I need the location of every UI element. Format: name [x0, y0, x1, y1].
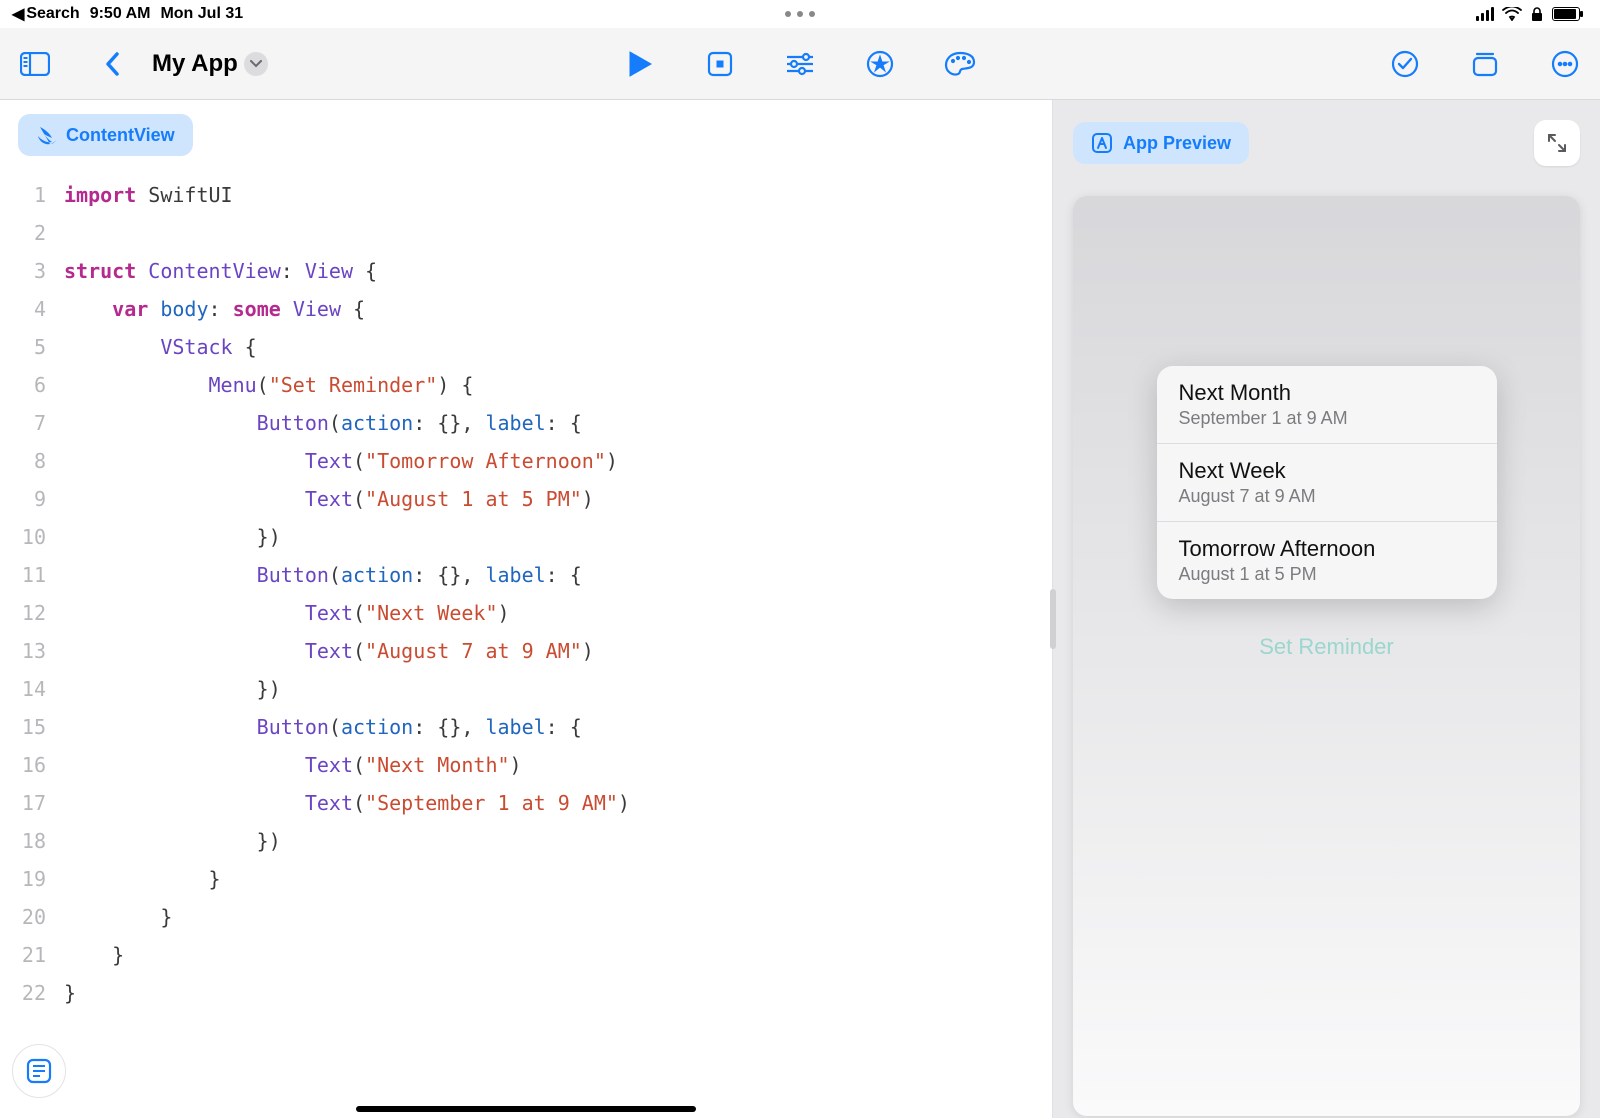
menu-item-title: Next Week: [1179, 458, 1475, 484]
menu-item-subtitle: August 1 at 5 PM: [1179, 564, 1475, 585]
more-menu-button[interactable]: [1548, 47, 1582, 81]
ellipsis-circle-icon: [1551, 50, 1579, 78]
multitask-dot-icon: [809, 11, 815, 17]
menu-item-subtitle: September 1 at 9 AM: [1179, 408, 1475, 429]
project-title: My App: [152, 50, 238, 78]
file-chip-label: ContentView: [66, 125, 175, 146]
play-icon: [627, 50, 653, 78]
chevron-down-icon: [244, 52, 268, 76]
status-check-button[interactable]: [1388, 47, 1422, 81]
app-toolbar: My App: [0, 28, 1600, 100]
app-preview-badge[interactable]: App Preview: [1073, 122, 1249, 164]
code-editor-pane: ContentView 1234567891011121314151617181…: [0, 100, 1052, 1118]
orientation-lock-icon: [1530, 6, 1544, 22]
menu-item[interactable]: Next WeekAugust 7 at 9 AM: [1157, 444, 1497, 522]
wifi-icon: [1502, 7, 1522, 21]
multitask-dots[interactable]: [785, 11, 815, 17]
project-title-dropdown[interactable]: My App: [152, 50, 268, 78]
chevron-left-icon: [103, 50, 123, 78]
preview-pane: App Preview Next MonthSeptember 1 at 9 A…: [1052, 100, 1600, 1118]
pane-resize-handle[interactable]: [1050, 589, 1056, 649]
status-time: 9:50 AM: [90, 5, 151, 23]
menu-item[interactable]: Tomorrow AfternoonAugust 1 at 5 PM: [1157, 522, 1497, 599]
menu-item-title: Tomorrow Afternoon: [1179, 536, 1475, 562]
cellular-signal-icon: [1476, 7, 1494, 21]
toggle-sidebar-button[interactable]: [18, 47, 52, 81]
stacked-window-icon: [1471, 51, 1499, 77]
run-button[interactable]: [623, 47, 657, 81]
code-editor[interactable]: 12345678910111213141516171819202122 impo…: [0, 176, 1052, 1118]
battery-icon: [1552, 7, 1580, 21]
palette-icon: [943, 50, 977, 78]
ipad-status-bar: ◀ Search 9:50 AM Mon Jul 31: [0, 0, 1600, 28]
star-circle-icon: [866, 50, 894, 78]
swift-icon: [36, 124, 58, 146]
status-date: Mon Jul 31: [160, 5, 243, 23]
menu-item-title: Next Month: [1179, 380, 1475, 406]
settings-sliders-button[interactable]: [783, 47, 817, 81]
capabilities-button[interactable]: [863, 47, 897, 81]
status-back-to-search[interactable]: ◀ Search: [12, 4, 80, 24]
preview-canvas[interactable]: Next MonthSeptember 1 at 9 AMNext WeekAu…: [1073, 196, 1580, 1116]
multitask-dot-icon: [797, 11, 803, 17]
status-back-label: Search: [26, 5, 79, 23]
app-preview-label: App Preview: [1123, 133, 1231, 154]
menu-item-subtitle: August 7 at 9 AM: [1179, 486, 1475, 507]
multitask-dot-icon: [785, 11, 791, 17]
expand-arrows-icon: [1546, 132, 1568, 154]
color-theme-button[interactable]: [943, 47, 977, 81]
windows-button[interactable]: [1468, 47, 1502, 81]
expand-preview-button[interactable]: [1534, 120, 1580, 166]
open-file-chip[interactable]: ContentView: [18, 114, 193, 156]
back-caret-icon: ◀: [12, 4, 24, 24]
menu-item[interactable]: Next MonthSeptember 1 at 9 AM: [1157, 366, 1497, 444]
menu-trigger-label[interactable]: Set Reminder: [1073, 634, 1580, 660]
sidebar-icon: [20, 52, 50, 76]
context-menu-popover: Next MonthSeptember 1 at 9 AMNext WeekAu…: [1157, 366, 1497, 599]
documentation-button[interactable]: [12, 1044, 66, 1098]
checkmark-circle-icon: [1391, 50, 1419, 78]
back-button[interactable]: [96, 47, 130, 81]
home-indicator[interactable]: [356, 1106, 696, 1112]
stop-icon: [707, 51, 733, 77]
doc-lines-icon: [25, 1058, 53, 1084]
stop-button[interactable]: [703, 47, 737, 81]
app-icon: [1091, 132, 1113, 154]
sliders-icon: [785, 52, 815, 76]
